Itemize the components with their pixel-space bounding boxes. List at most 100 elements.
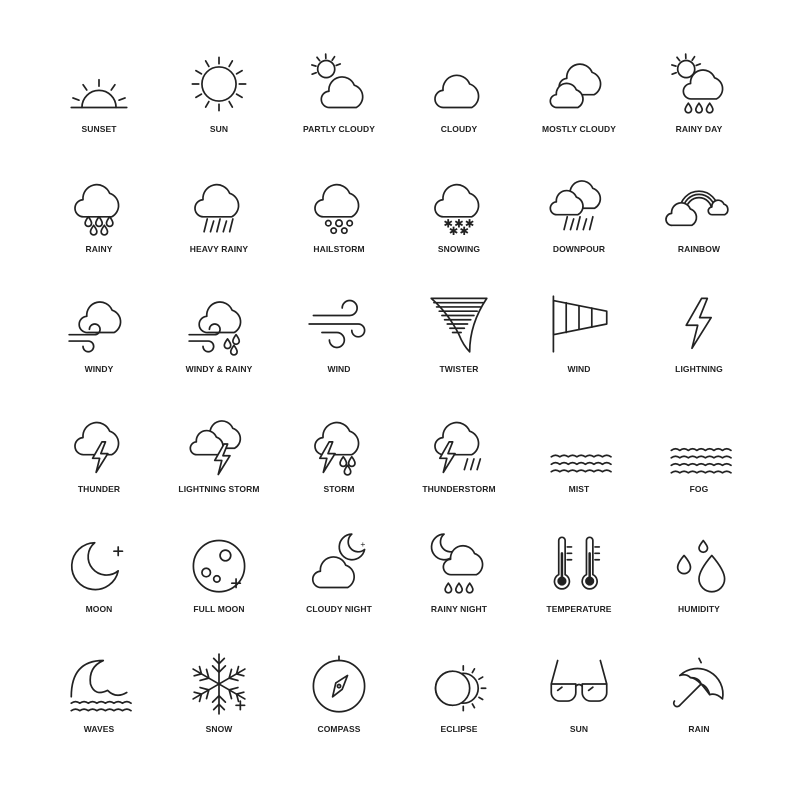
icon-label: MIST bbox=[568, 484, 590, 494]
windy-rainy-icon bbox=[187, 292, 251, 356]
mostly-cloudy-icon bbox=[547, 52, 611, 116]
icon-label: DOWNPOUR bbox=[552, 244, 606, 254]
temperature-icon bbox=[547, 532, 611, 596]
icon-tile: SUN bbox=[159, 52, 279, 172]
icon-label: LIGHTNING STORM bbox=[178, 484, 260, 494]
icon-label: RAIN bbox=[688, 724, 710, 734]
icon-tile: MIST bbox=[519, 412, 639, 532]
waves-icon bbox=[67, 652, 131, 716]
cloudy-icon bbox=[427, 52, 491, 116]
icon-tile: LIGHTNING STORM bbox=[159, 412, 279, 532]
icon-tile: TEMPERATURE bbox=[519, 532, 639, 652]
svg-text:+: + bbox=[360, 539, 365, 549]
snowflake-icon bbox=[187, 652, 251, 716]
icon-tile: SUNSET bbox=[39, 52, 159, 172]
icon-label: WINDY bbox=[84, 364, 114, 374]
icon-tile: + CLOUDY NIGHT bbox=[279, 532, 399, 652]
downpour-icon bbox=[547, 172, 611, 236]
icon-label: SUN bbox=[209, 124, 229, 134]
icon-label: HEAVY RAINY bbox=[189, 244, 249, 254]
cloudy-night-icon: + bbox=[307, 532, 371, 596]
icon-label: RAINY bbox=[85, 244, 113, 254]
thunderstorm-icon bbox=[427, 412, 491, 476]
icon-label: SNOW bbox=[205, 724, 233, 734]
sunset-icon bbox=[67, 52, 131, 116]
icon-tile: RAIN bbox=[639, 652, 759, 772]
icon-label: SNOWING bbox=[437, 244, 481, 254]
icon-tile: RAINY bbox=[39, 172, 159, 292]
icon-label: TWISTER bbox=[439, 364, 479, 374]
humidity-icon bbox=[667, 532, 731, 596]
icon-tile: TWISTER bbox=[399, 292, 519, 412]
icon-label: SUN bbox=[569, 724, 589, 734]
icon-label: MOON bbox=[85, 604, 113, 614]
icon-tile: FULL MOON bbox=[159, 532, 279, 652]
icon-label: STORM bbox=[323, 484, 355, 494]
rainy-day-icon bbox=[667, 52, 731, 116]
icon-label: HAILSTORM bbox=[313, 244, 365, 254]
icon-label: COMPASS bbox=[317, 724, 361, 734]
icon-tile: WIND bbox=[519, 292, 639, 412]
icon-tile: STORM bbox=[279, 412, 399, 532]
icon-label: PARTLY CLOUDY bbox=[303, 124, 375, 134]
icon-tile: ECLIPSE bbox=[399, 652, 519, 772]
icon-tile: COMPASS bbox=[279, 652, 399, 772]
icon-tile: RAINY DAY bbox=[639, 52, 759, 172]
icon-tile: RAINBOW bbox=[639, 172, 759, 292]
icon-label: WIND bbox=[567, 364, 591, 374]
rainy-icon bbox=[67, 172, 131, 236]
partly-cloudy-icon bbox=[307, 52, 371, 116]
icon-label: CLOUDY NIGHT bbox=[306, 604, 372, 614]
icon-tile: THUNDER bbox=[39, 412, 159, 532]
icon-label: WIND bbox=[327, 364, 351, 374]
icon-tile: MOSTLY CLOUDY bbox=[519, 52, 639, 172]
storm-icon bbox=[307, 412, 371, 476]
icon-tile: HEAVY RAINY bbox=[159, 172, 279, 292]
icon-tile: PARTLY CLOUDY bbox=[279, 52, 399, 172]
icon-tile: FOG bbox=[639, 412, 759, 532]
icon-tile: WIND bbox=[279, 292, 399, 412]
icon-tile: HAILSTORM bbox=[279, 172, 399, 292]
icon-label: THUNDER bbox=[77, 484, 121, 494]
icon-tile: ✱ ✱ ✱ ✱ ✱ SNOWING bbox=[399, 172, 519, 292]
icon-tile: THUNDERSTORM bbox=[399, 412, 519, 532]
snowing-icon: ✱ ✱ ✱✱ ✱ bbox=[427, 172, 491, 238]
full-moon-icon bbox=[187, 532, 251, 596]
icon-tile: CLOUDY bbox=[399, 52, 519, 172]
hailstorm-icon bbox=[307, 172, 371, 236]
icon-label: WINDY & RAINY bbox=[185, 364, 253, 374]
icon-label: FOG bbox=[689, 484, 709, 494]
windy-icon bbox=[67, 292, 131, 356]
icon-tile: SUN bbox=[519, 652, 639, 772]
lightning-icon bbox=[667, 292, 731, 356]
wind-icon bbox=[307, 292, 371, 356]
sun-icon bbox=[187, 52, 251, 116]
lightning-storm-icon bbox=[187, 412, 251, 476]
icon-tile: MOON bbox=[39, 532, 159, 652]
sunglasses-icon bbox=[547, 652, 611, 716]
moon-icon bbox=[67, 532, 131, 596]
icon-label: RAINY DAY bbox=[675, 124, 723, 134]
rainy-night-icon bbox=[427, 532, 491, 596]
icon-tile: WINDY bbox=[39, 292, 159, 412]
icon-tile: LIGHTNING bbox=[639, 292, 759, 412]
rainbow-icon bbox=[667, 172, 731, 236]
twister-icon bbox=[427, 292, 491, 356]
icon-label: LIGHTNING bbox=[675, 364, 723, 374]
umbrella-icon bbox=[667, 652, 731, 716]
icon-tile: HUMIDITY bbox=[639, 532, 759, 652]
icon-tile: DOWNPOUR bbox=[519, 172, 639, 292]
icon-label: MOSTLY CLOUDY bbox=[541, 124, 617, 134]
compass-icon bbox=[307, 652, 371, 716]
icon-label: CLOUDY bbox=[440, 124, 478, 134]
heavy-rainy-icon bbox=[187, 172, 251, 236]
icon-label: RAINBOW bbox=[677, 244, 721, 254]
icon-label: RAINY NIGHT bbox=[430, 604, 488, 614]
icon-tile: WAVES bbox=[39, 652, 159, 772]
icon-label: ECLIPSE bbox=[440, 724, 478, 734]
icon-label: TEMPERATURE bbox=[546, 604, 612, 614]
icon-label: FULL MOON bbox=[193, 604, 245, 614]
icon-tile: WINDY & RAINY bbox=[159, 292, 279, 412]
icon-tile: SNOW bbox=[159, 652, 279, 772]
icon-label: WAVES bbox=[83, 724, 115, 734]
